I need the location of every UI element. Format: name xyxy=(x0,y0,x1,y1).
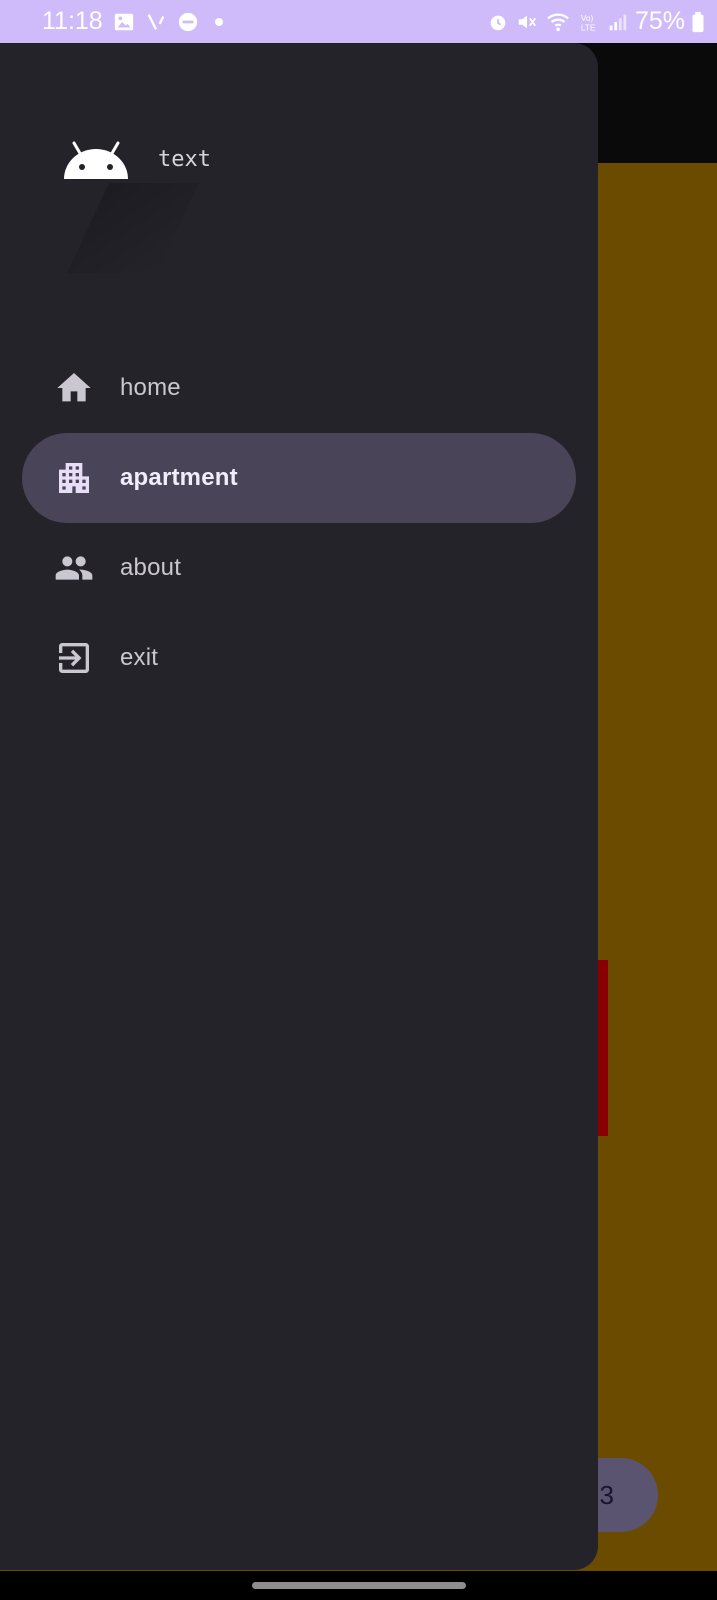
home-icon xyxy=(54,368,94,408)
nav-item-label: exit xyxy=(120,644,159,671)
nav-item-apartment[interactable]: apartment xyxy=(22,433,576,523)
drawer-header-text: text xyxy=(158,147,211,172)
battery-percent: 75% xyxy=(634,7,685,35)
exit-icon xyxy=(54,638,94,678)
status-bar: 11:18 Vo) LTE 75% xyxy=(0,0,717,43)
navigation-drawer: text home apartment about exit xyxy=(0,43,598,1570)
nav-item-label: home xyxy=(120,374,181,401)
nav-item-about[interactable]: about xyxy=(22,523,576,613)
nav-item-label: about xyxy=(120,554,182,581)
svg-text:Vo): Vo) xyxy=(581,14,594,23)
nav-item-home[interactable]: home xyxy=(22,343,576,433)
nav-item-label: apartment xyxy=(120,464,238,491)
signal-slash-icon xyxy=(145,11,167,33)
volte-icon: Vo) LTE xyxy=(579,11,601,33)
image-icon xyxy=(113,11,135,33)
logo-shadow xyxy=(67,183,199,273)
alarm-icon xyxy=(487,11,509,33)
dot-icon xyxy=(214,17,223,26)
nav-list: home apartment about exit xyxy=(0,343,598,703)
wifi-icon xyxy=(545,11,573,33)
android-logo-icon xyxy=(60,141,132,189)
mute-icon xyxy=(515,11,539,33)
drawer-header: text xyxy=(0,43,598,283)
people-icon xyxy=(54,548,94,588)
apartment-icon xyxy=(54,458,94,498)
fab-label: 3 xyxy=(599,1479,614,1510)
cell-signal-icon xyxy=(607,11,629,33)
dnd-icon xyxy=(177,11,199,33)
status-time: 11:18 xyxy=(42,7,103,35)
svg-text:LTE: LTE xyxy=(581,23,596,32)
battery-icon xyxy=(691,11,705,33)
gesture-home-indicator[interactable] xyxy=(252,1582,466,1589)
nav-item-exit[interactable]: exit xyxy=(22,613,576,703)
